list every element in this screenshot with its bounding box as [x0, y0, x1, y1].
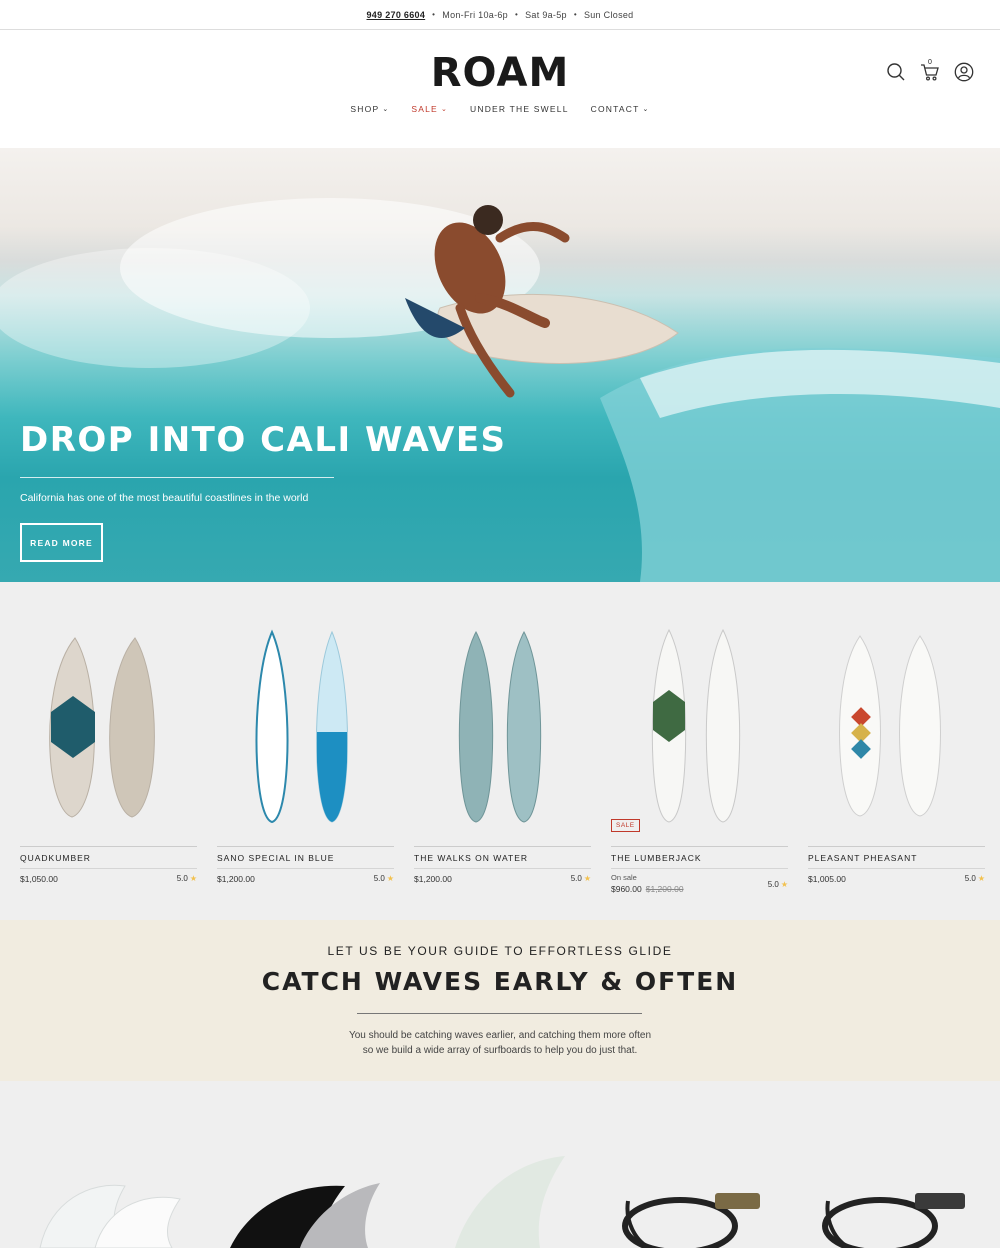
nav-sale[interactable]: SALE ⌄: [411, 104, 448, 114]
rating-value: 5.0: [570, 874, 582, 883]
sale-badge: SALE: [611, 819, 640, 832]
guide-section: LET US BE YOUR GUIDE TO EFFORTLESS GLIDE…: [0, 920, 1000, 1081]
divider: [217, 846, 394, 847]
divider: [611, 846, 788, 847]
product-grid: QUADKUMBER $1,050.00 5.0 ★ SANO SPECIAL I…: [0, 582, 1000, 920]
product-rating: 5.0 ★: [571, 874, 591, 883]
main-nav: SHOP ⌄ SALE ⌄ UNDER THE SWELL CONTACT ⌄: [0, 104, 1000, 114]
star-icon: ★: [977, 874, 985, 883]
cart-count: 0: [928, 59, 932, 66]
divider: [808, 846, 985, 847]
nav-under-the-swell-label: UNDER THE SWELL: [470, 104, 569, 114]
product-rating: 5.0 ★: [177, 874, 197, 883]
star-icon: ★: [386, 874, 394, 883]
product-name[interactable]: THE LUMBERJACK: [611, 853, 702, 863]
star-icon: ★: [189, 874, 197, 883]
nav-under-the-swell[interactable]: UNDER THE SWELL: [470, 104, 569, 114]
rating-value: 5.0: [176, 874, 188, 883]
product-rating: 5.0 ★: [374, 874, 394, 883]
divider: [414, 846, 591, 847]
site-header: ROAM SHOP ⌄ SALE ⌄ UNDER THE SWELL CONTA…: [0, 30, 1000, 148]
chevron-down-icon: ⌄: [382, 106, 390, 113]
product-image: [839, 635, 941, 817]
star-icon: ★: [780, 880, 788, 889]
product-card[interactable]: SALE THE LUMBERJACK On sale $960.00 $1,20…: [611, 582, 788, 920]
hero-divider: [20, 477, 334, 478]
product-card[interactable]: SANO SPECIAL IN BLUE $1,200.00 5.0 ★: [217, 582, 394, 920]
product-price: $960.00 $1,200.00: [611, 884, 684, 894]
product-name[interactable]: QUADKUMBER: [20, 853, 91, 863]
site-logo[interactable]: ROAM: [0, 50, 1000, 96]
cart-icon[interactable]: 0: [920, 59, 940, 82]
product-card[interactable]: QUADKUMBER $1,050.00 5.0 ★: [20, 582, 197, 920]
nav-contact-label: CONTACT: [590, 104, 640, 114]
product-price: $1,200.00: [414, 874, 452, 884]
announcement-bar: 949 270 6604 • Mon-Fri 10a-6p • Sat 9a-5…: [0, 0, 1000, 30]
guide-text-line: You should be catching waves earlier, an…: [348, 1030, 652, 1041]
product-card[interactable]: PLEASANT PHEASANT $1,005.00 5.0 ★: [808, 582, 985, 920]
guide-title: CATCH WAVES EARLY & OFTEN: [261, 967, 739, 996]
rating-value: 5.0: [767, 880, 779, 889]
product-image: [651, 628, 741, 823]
separator: •: [573, 10, 577, 19]
hero-title: DROP INTO CALI WAVES: [20, 420, 507, 460]
chevron-down-icon: ⌄: [440, 106, 449, 113]
hours-weekday: Mon-Fri 10a-6p: [442, 9, 508, 20]
accessories-row: [0, 1081, 1000, 1248]
product-image: [49, 637, 155, 818]
hero-subtitle: California has one of the most beautiful…: [20, 492, 309, 504]
on-sale-label: On sale: [611, 873, 637, 882]
sale-price: $960.00: [611, 884, 642, 894]
read-more-button[interactable]: READ MORE: [20, 523, 103, 562]
divider: [20, 868, 197, 869]
product-price: $1,005.00: [808, 874, 846, 884]
nav-shop[interactable]: SHOP ⌄: [350, 104, 389, 114]
phone-link[interactable]: 949 270 6604: [367, 10, 426, 20]
separator: •: [515, 10, 519, 19]
nav-contact[interactable]: CONTACT ⌄: [591, 104, 650, 114]
search-icon[interactable]: [886, 62, 906, 82]
chevron-down-icon: ⌄: [642, 106, 650, 113]
product-image: [458, 630, 542, 823]
hero-image: [0, 198, 1000, 582]
product-rating: 5.0 ★: [768, 880, 788, 889]
divider: [20, 846, 197, 847]
product-rating: 5.0 ★: [965, 874, 985, 883]
guide-eyebrow: LET US BE YOUR GUIDE TO EFFORTLESS GLIDE: [327, 944, 673, 958]
nav-shop-label: SHOP: [350, 104, 380, 114]
divider: [611, 868, 788, 869]
guide-divider: [357, 1013, 642, 1014]
separator: •: [432, 10, 436, 19]
product-price: $1,050.00: [20, 874, 58, 884]
hero-banner: DROP INTO CALI WAVES California has one …: [0, 148, 1000, 582]
star-icon: ★: [583, 874, 591, 883]
product-name[interactable]: THE WALKS ON WATER: [414, 853, 528, 863]
nav-sale-label: SALE: [411, 104, 438, 114]
product-image: [255, 629, 348, 824]
hours-saturday: Sat 9a-5p: [525, 9, 567, 20]
guide-text-line: so we build a wide array of surfboards t…: [362, 1045, 638, 1056]
compare-price: $1,200.00: [645, 884, 684, 894]
product-name[interactable]: SANO SPECIAL IN BLUE: [217, 853, 334, 863]
accessories-images: [39, 1156, 965, 1248]
product-price: $1,200.00: [217, 874, 255, 884]
rating-value: 5.0: [964, 874, 976, 883]
product-card[interactable]: THE WALKS ON WATER $1,200.00 5.0 ★: [414, 582, 591, 920]
account-icon[interactable]: [954, 62, 974, 82]
header-icons: 0: [886, 59, 974, 82]
hours-sunday: Sun Closed: [583, 9, 634, 20]
divider: [414, 868, 591, 869]
divider: [217, 868, 394, 869]
guide-text: You should be catching waves earlier, an…: [0, 1028, 1000, 1058]
divider: [808, 868, 985, 869]
rating-value: 5.0: [373, 874, 385, 883]
product-name[interactable]: PLEASANT PHEASANT: [808, 853, 917, 863]
